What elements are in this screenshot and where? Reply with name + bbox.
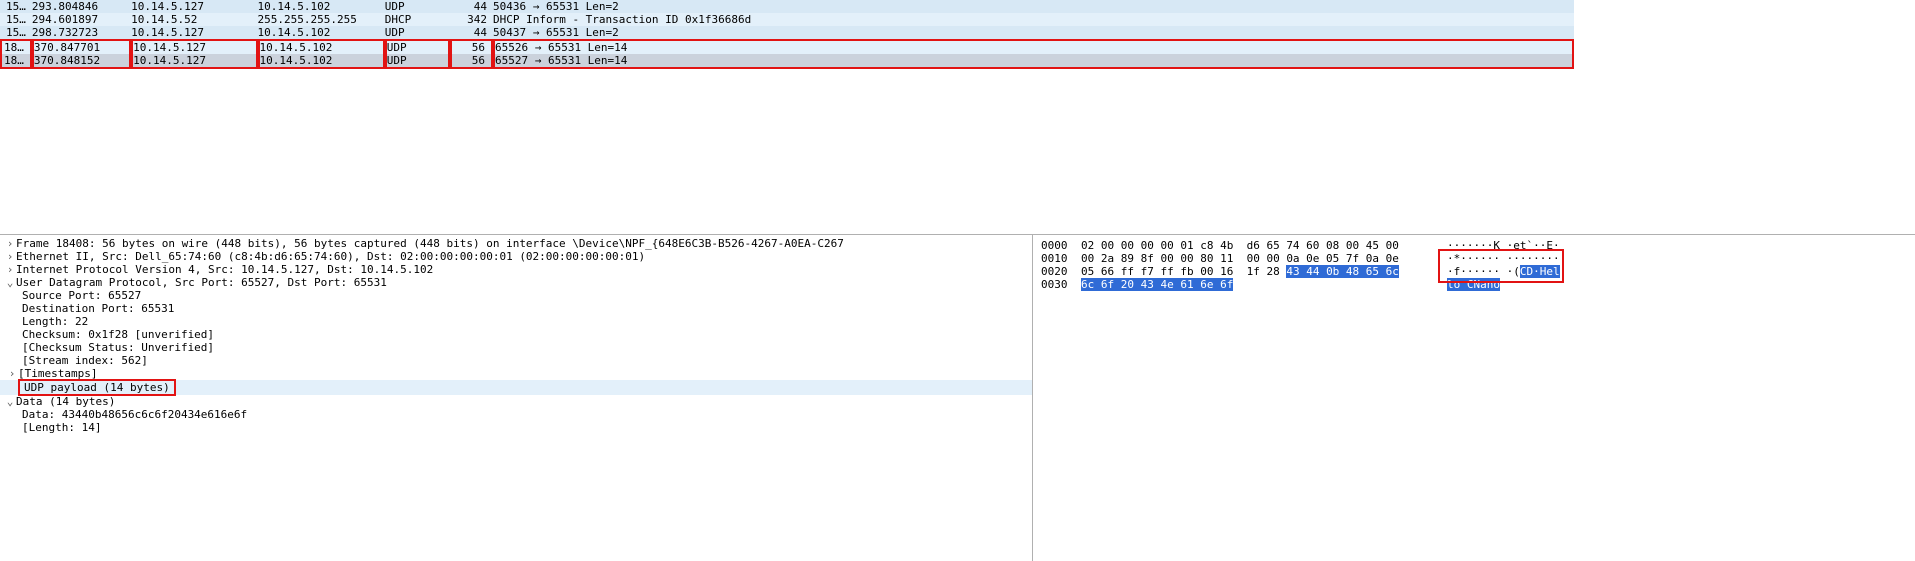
hex-highlight: 6c 6f 20 43 4e 61 6e 6f [1081, 278, 1233, 291]
hex-dump[interactable]: 0000 02 00 00 00 00 01 c8 4b d6 65 74 60… [1033, 235, 1915, 561]
table-row[interactable]: 15… 298.732723 10.14.5.127 10.14.5.102 U… [0, 26, 1574, 39]
tree-label: [Stream index: 562] [22, 354, 148, 367]
hex-line[interactable]: 0010 00 2a 89 8f 00 00 80 11 00 00 0a 0e… [1041, 252, 1915, 265]
chevron-right-icon[interactable]: › [4, 237, 16, 250]
hex-bytes: 02 00 00 00 00 01 c8 4b d6 65 74 60 08 0… [1081, 239, 1441, 252]
tree-ip[interactable]: › Internet Protocol Version 4, Src: 10.1… [0, 263, 1032, 276]
tree-label: User Datagram Protocol, Src Port: 65527,… [16, 276, 387, 289]
cell-time: 293.804846 [32, 0, 131, 13]
tree-label: Frame 18408: 56 bytes on wire (448 bits)… [16, 237, 844, 250]
cell-proto: UDP [385, 0, 450, 13]
tree-frame[interactable]: › Frame 18408: 56 bytes on wire (448 bit… [0, 237, 1032, 250]
tree-label: Source Port: 65527 [22, 289, 141, 302]
table-row[interactable]: 15… 293.804846 10.14.5.127 10.14.5.102 U… [0, 0, 1574, 13]
tree-udp-stream[interactable]: [Stream index: 562] [0, 354, 1032, 367]
tree-label: Internet Protocol Version 4, Src: 10.14.… [16, 263, 433, 276]
tree-label: Ethernet II, Src: Dell_65:74:60 (c8:4b:d… [16, 250, 645, 263]
tree-udp-srcport[interactable]: Source Port: 65527 [0, 289, 1032, 302]
tree-label: Length: 22 [22, 315, 88, 328]
chevron-right-icon[interactable]: › [6, 367, 18, 380]
hex-line[interactable]: 0030 6c 6f 20 43 4e 61 6e 6f lo CNano [1041, 278, 1915, 291]
ascii-highlight: lo CNano [1447, 278, 1500, 291]
cell-dst: 10.14.5.102 [258, 0, 385, 13]
packet-detail-tree[interactable]: › Frame 18408: 56 bytes on wire (448 bit… [0, 235, 1033, 561]
hex-line[interactable]: 0000 02 00 00 00 00 01 c8 4b d6 65 74 60… [1041, 239, 1915, 252]
tree-label: [Checksum Status: Unverified] [22, 341, 214, 354]
tree-udp-checksum-status[interactable]: [Checksum Status: Unverified] [0, 341, 1032, 354]
table-row[interactable]: 15… 294.601897 10.14.5.52 255.255.255.25… [0, 13, 1574, 26]
table-row[interactable]: 18… 370.847701 10.14.5.127 10.14.5.102 U… [0, 39, 1574, 54]
tree-label: Data (14 bytes) [16, 395, 115, 408]
cell-len: 44 [450, 0, 493, 13]
cell-src: 10.14.5.127 [131, 0, 257, 13]
hex-offset: 0000 [1041, 239, 1081, 252]
tree-udp-payload-selected[interactable]: UDP payload (14 bytes) [0, 380, 1032, 395]
chevron-down-icon[interactable]: ⌄ [4, 395, 16, 408]
table-row-selected[interactable]: 18… 370.848152 10.14.5.127 10.14.5.102 U… [0, 54, 1574, 69]
hex-line[interactable]: 0020 05 66 ff f7 ff fb 00 16 1f 28 43 44… [1041, 265, 1915, 278]
chevron-right-icon[interactable]: › [4, 250, 16, 263]
tree-data-length[interactable]: [Length: 14] [0, 421, 1032, 434]
tree-label: [Length: 14] [22, 421, 101, 434]
tree-label: Destination Port: 65531 [22, 302, 174, 315]
tree-udp[interactable]: ⌄ User Datagram Protocol, Src Port: 6552… [0, 276, 1032, 289]
tree-label: UDP payload (14 bytes) [18, 379, 176, 396]
cell-info: 50436 → 65531 Len=2 [493, 0, 1574, 13]
tree-udp-length[interactable]: Length: 22 [0, 315, 1032, 328]
tree-udp-dstport[interactable]: Destination Port: 65531 [0, 302, 1032, 315]
tree-ethernet[interactable]: › Ethernet II, Src: Dell_65:74:60 (c8:4b… [0, 250, 1032, 263]
tree-udp-checksum[interactable]: Checksum: 0x1f28 [unverified] [0, 328, 1032, 341]
tree-data[interactable]: ⌄ Data (14 bytes) [0, 395, 1032, 408]
tree-label: Checksum: 0x1f28 [unverified] [22, 328, 214, 341]
tree-label: Data: 43440b48656c6c6f20434e616e6f [22, 408, 247, 421]
cell-no: 15… [0, 0, 32, 13]
packet-list[interactable]: 15… 293.804846 10.14.5.127 10.14.5.102 U… [0, 0, 1574, 69]
ascii-highlight: CD·Hel [1520, 265, 1560, 278]
chevron-down-icon[interactable]: ⌄ [4, 276, 16, 289]
chevron-right-icon[interactable]: › [4, 263, 16, 276]
hex-highlight: 43 44 0b 48 65 6c [1286, 265, 1399, 278]
hex-ascii: ·······K ·et`··E· [1441, 239, 1560, 252]
tree-data-bytes[interactable]: Data: 43440b48656c6c6f20434e616e6f [0, 408, 1032, 421]
